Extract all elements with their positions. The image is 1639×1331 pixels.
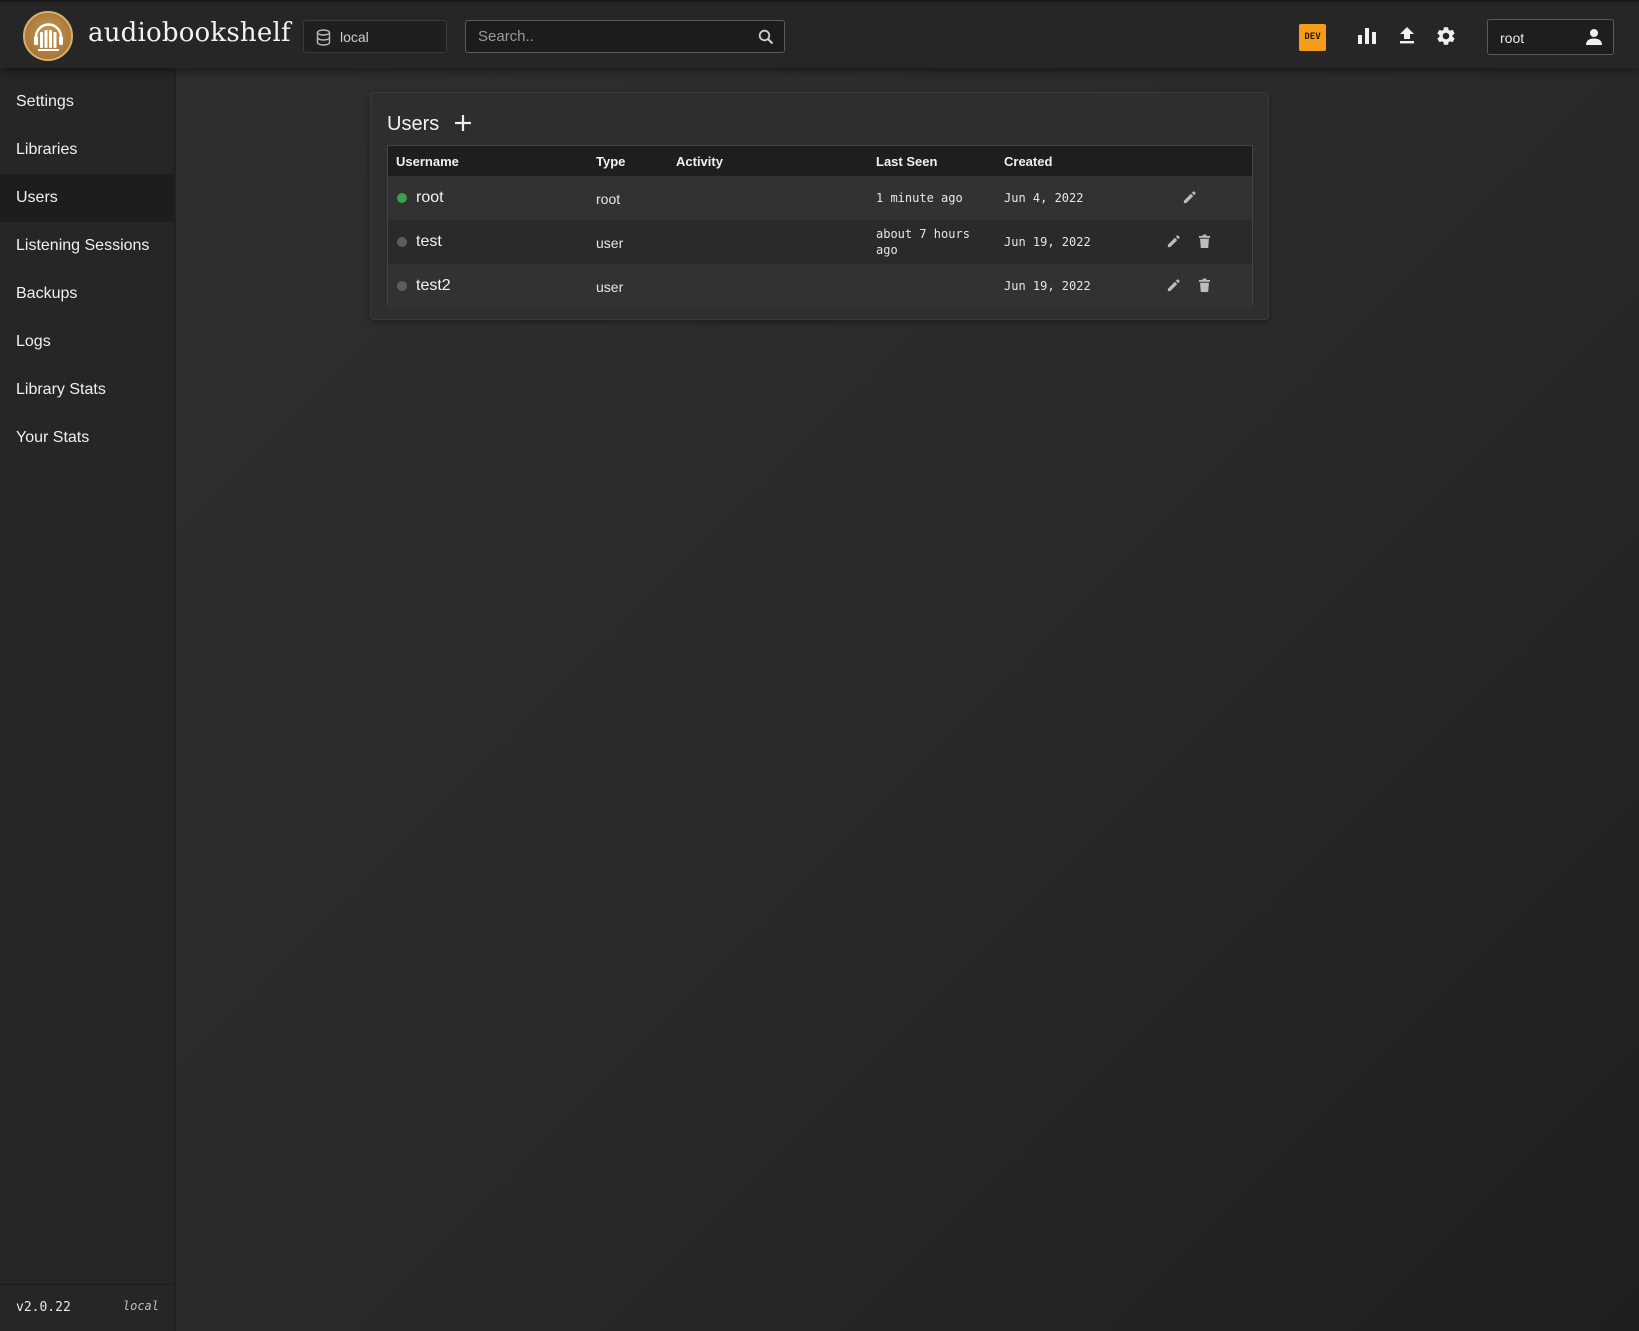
app-logo[interactable] — [23, 11, 73, 61]
headphones-books-icon — [34, 23, 63, 51]
add-user-plus-icon[interactable] — [452, 112, 474, 134]
search-box[interactable] — [465, 20, 785, 53]
user-name: root — [1500, 30, 1525, 46]
sidebar-item-backups[interactable]: Backups — [0, 270, 175, 318]
sidebar-item-logs[interactable]: Logs — [0, 318, 175, 366]
table-row[interactable]: test2 user Jun 19, 2022 — [388, 264, 1252, 308]
search-icon[interactable] — [758, 29, 774, 45]
last-seen-cell-line1: about 7 hours — [876, 227, 970, 241]
offline-status-dot — [397, 237, 407, 247]
sidebar-item-settings[interactable]: Settings — [0, 78, 175, 126]
column-header-type: Type — [596, 154, 626, 169]
type-cell: root — [596, 191, 621, 207]
edit-pencil-icon[interactable] — [1166, 278, 1181, 293]
sidebar-footer: v2.0.22 local — [0, 1284, 175, 1331]
type-cell: user — [596, 279, 624, 295]
offline-status-dot — [397, 281, 407, 291]
version-label[interactable]: v2.0.22 — [16, 1300, 71, 1315]
column-header-username: Username — [396, 154, 459, 169]
settings-gear-icon[interactable] — [1435, 25, 1457, 47]
sidebar-item-listening-sessions[interactable]: Listening Sessions — [0, 222, 175, 270]
top-bar: audiobookshelf local DEV root — [0, 0, 1639, 68]
library-select[interactable]: local — [303, 20, 447, 53]
last-seen-cell: 1 minute ago — [876, 191, 963, 205]
type-cell: user — [596, 235, 624, 251]
sidebar-item-your-stats[interactable]: Your Stats — [0, 414, 175, 462]
sidebar-item-libraries[interactable]: Libraries — [0, 126, 175, 174]
person-icon — [1586, 29, 1602, 45]
column-header-created: Created — [1004, 154, 1053, 169]
edit-pencil-icon[interactable] — [1166, 234, 1181, 249]
app-title[interactable]: audiobookshelf — [88, 18, 291, 48]
table-row[interactable]: test user about 7 hours ago Jun 19, 2022 — [388, 220, 1252, 264]
edit-pencil-icon[interactable] — [1182, 190, 1197, 205]
table-header: Username Type Activity Last Seen Created — [388, 146, 1252, 176]
dev-badge: DEV — [1299, 24, 1326, 51]
database-icon — [316, 29, 331, 46]
sidebar: Settings Libraries Users Listening Sessi… — [0, 68, 175, 1331]
sidebar-item-library-stats[interactable]: Library Stats — [0, 366, 175, 414]
library-name: local — [340, 29, 369, 45]
column-header-activity: Activity — [676, 154, 723, 169]
panel-title: Users — [387, 113, 440, 135]
username-cell: test — [416, 233, 442, 250]
username-cell: root — [416, 189, 444, 206]
created-cell: Jun 19, 2022 — [1004, 279, 1091, 293]
delete-trash-icon[interactable] — [1198, 278, 1211, 293]
users-panel: Users Username Type Activity Last Seen C… — [370, 92, 1269, 320]
upload-icon[interactable] — [1397, 25, 1417, 45]
user-account-button[interactable]: root — [1487, 19, 1614, 55]
last-seen-cell-line2: ago — [876, 243, 898, 257]
column-header-last-seen: Last Seen — [876, 154, 938, 169]
created-cell: Jun 19, 2022 — [1004, 235, 1091, 249]
online-status-dot — [397, 193, 407, 203]
sidebar-item-users[interactable]: Users — [0, 174, 175, 222]
created-cell: Jun 4, 2022 — [1004, 191, 1084, 205]
users-table: Username Type Activity Last Seen Created… — [387, 145, 1253, 308]
search-input[interactable] — [466, 21, 784, 52]
source-label: local — [122, 1299, 159, 1313]
username-cell: test2 — [416, 277, 451, 294]
delete-trash-icon[interactable] — [1198, 234, 1211, 249]
main-content: Users Username Type Activity Last Seen C… — [176, 68, 1639, 1331]
table-row[interactable]: root root 1 minute ago Jun 4, 2022 — [388, 176, 1252, 220]
stats-chart-icon[interactable] — [1357, 25, 1377, 45]
